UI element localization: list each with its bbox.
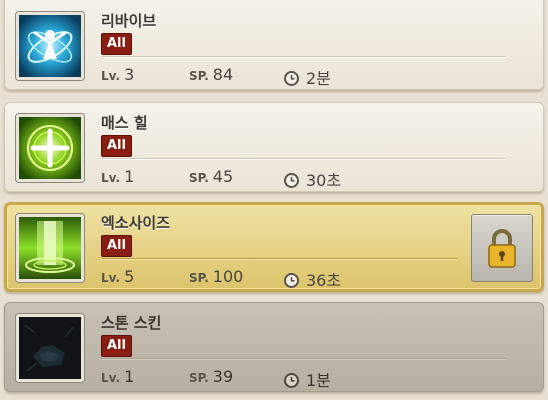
sp-label: SP. bbox=[189, 371, 209, 385]
level-label: Lv. bbox=[101, 171, 121, 185]
stone-skin-icon bbox=[16, 314, 84, 382]
skill-level: Lv. 3 bbox=[101, 65, 134, 84]
exorcise-icon bbox=[16, 214, 84, 282]
skill-item-stone-skin[interactable]: 스톤 스킨 All Lv. 1 SP. 39 1분 bbox=[4, 302, 544, 392]
skill-sp: SP. 45 bbox=[189, 167, 233, 186]
sp-label: SP. bbox=[189, 171, 209, 185]
level-label: Lv. bbox=[101, 371, 121, 385]
cooldown-value: 1분 bbox=[306, 371, 331, 390]
divider bbox=[101, 158, 505, 160]
level-label: Lv. bbox=[101, 69, 121, 83]
revive-icon bbox=[16, 12, 84, 80]
level-label: Lv. bbox=[101, 271, 121, 285]
skill-level: Lv. 1 bbox=[101, 367, 134, 386]
cooldown-value: 2분 bbox=[306, 69, 331, 88]
clock-icon bbox=[283, 70, 300, 87]
padlock-icon bbox=[472, 229, 532, 285]
level-value: 5 bbox=[124, 267, 135, 286]
skill-item-mass-heal[interactable]: 매스 힐 All Lv. 1 SP. 45 30초 bbox=[4, 102, 544, 192]
unlock-button[interactable] bbox=[471, 214, 533, 282]
target-badge: All bbox=[101, 235, 132, 257]
skill-item-revive[interactable]: 리바이브 All Lv. 3 SP. 84 2분 bbox=[4, 0, 544, 90]
skill-name: 리바이브 bbox=[101, 12, 157, 30]
skill-sp: SP. 84 bbox=[189, 65, 233, 84]
sp-value: 39 bbox=[212, 367, 234, 386]
skill-cooldown: 30초 bbox=[283, 167, 341, 191]
sp-label: SP. bbox=[189, 69, 209, 83]
target-badge: All bbox=[101, 335, 132, 357]
clock-icon bbox=[283, 172, 300, 189]
target-badge: All bbox=[101, 135, 132, 157]
skill-cooldown: 1분 bbox=[283, 367, 331, 391]
skill-name: 스톤 스킨 bbox=[101, 314, 162, 332]
sp-value: 100 bbox=[212, 267, 244, 286]
skill-name: 엑소사이즈 bbox=[101, 214, 171, 232]
skill-sp: SP. 100 bbox=[189, 267, 243, 286]
divider bbox=[101, 358, 505, 360]
level-value: 1 bbox=[124, 367, 135, 386]
skill-cooldown: 36초 bbox=[283, 267, 341, 291]
sp-value: 45 bbox=[212, 167, 234, 186]
mass-heal-icon bbox=[16, 114, 84, 182]
clock-icon bbox=[283, 372, 300, 389]
clock-icon bbox=[283, 272, 300, 289]
divider bbox=[101, 258, 457, 260]
level-value: 1 bbox=[124, 167, 135, 186]
sp-value: 84 bbox=[212, 65, 234, 84]
target-badge: All bbox=[101, 33, 132, 55]
skill-level: Lv. 5 bbox=[101, 267, 134, 286]
cooldown-value: 36초 bbox=[306, 271, 342, 290]
divider bbox=[101, 56, 505, 58]
skill-item-exorcise[interactable]: 엑소사이즈 All Lv. 5 SP. 100 36초 bbox=[4, 202, 544, 292]
sp-label: SP. bbox=[189, 271, 209, 285]
cooldown-value: 30초 bbox=[306, 171, 342, 190]
level-value: 3 bbox=[124, 65, 135, 84]
skill-name: 매스 힐 bbox=[101, 114, 148, 132]
skill-sp: SP. 39 bbox=[189, 367, 233, 386]
skill-level: Lv. 1 bbox=[101, 167, 134, 186]
skill-cooldown: 2분 bbox=[283, 65, 331, 89]
